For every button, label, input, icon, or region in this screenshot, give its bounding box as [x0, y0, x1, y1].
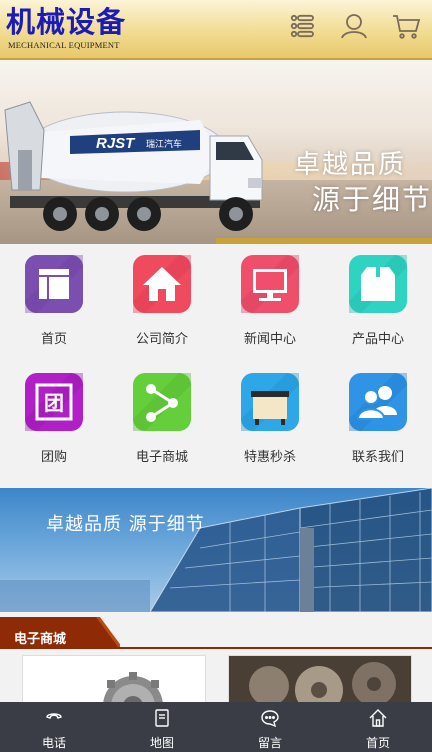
- truck-logo-text: RJST: [96, 135, 136, 152]
- grid-item-label: 团购: [40, 450, 67, 465]
- logo-title[interactable]: 机械设备: [6, 6, 126, 38]
- banner-slogan-line2: 源于细节: [311, 183, 432, 216]
- grid-item-contact-us[interactable]: 联系我们: [324, 362, 432, 472]
- nav-item-message[interactable]: 留言: [216, 702, 324, 752]
- banner-slogan-line1: 卓越品质: [293, 150, 406, 180]
- box-icon: [349, 255, 407, 313]
- page: 机械设备 MECHANICAL EQUIPMENT RJST 瑞江汽车 卓越品质…: [0, 0, 432, 752]
- grid-item-e-mall[interactable]: 电子商城: [108, 362, 216, 472]
- nav-item-label: 留言: [257, 736, 282, 750]
- contacts-icon: [349, 373, 407, 431]
- grid-item-product-center[interactable]: 产品中心: [324, 244, 432, 354]
- house-icon: [133, 255, 191, 313]
- solar-banner-slogan: 卓越品质 源于细节: [46, 514, 205, 535]
- home-icon: [369, 709, 387, 727]
- truck-image: RJST 瑞江汽车: [4, 101, 263, 231]
- svg-text:团: 团: [44, 391, 64, 415]
- grid-item-label: 首页: [40, 332, 67, 347]
- grid-item-home[interactable]: 首页: [0, 244, 108, 354]
- grid-item-group-buy[interactable]: 团 团购: [0, 362, 108, 472]
- grid-item-label: 特惠秒杀: [243, 450, 296, 465]
- map-icon: [155, 709, 169, 727]
- nav-item-home[interactable]: 首页: [324, 702, 432, 752]
- grid-item-label: 新闻中心: [243, 332, 296, 347]
- header: 机械设备 MECHANICAL EQUIPMENT: [0, 0, 432, 60]
- phone-icon: [46, 713, 62, 719]
- hero-banner[interactable]: RJST 瑞江汽车 卓越品质 源于细节: [0, 62, 432, 244]
- grid-item-label: 电子商城: [135, 450, 188, 465]
- desk-icon: [241, 373, 299, 431]
- group-buy-icon: 团: [25, 373, 83, 431]
- share-icon: [133, 373, 191, 431]
- nav-item-map[interactable]: 地图: [108, 702, 216, 752]
- grid-item-label: 公司简介: [135, 332, 188, 347]
- section-header-e-mall: 电子商城: [0, 612, 432, 652]
- nav-item-label: 地图: [149, 736, 174, 750]
- grid-item-label: 产品中心: [351, 332, 404, 347]
- list-menu-icon[interactable]: [288, 11, 318, 41]
- home-layout-icon: [25, 255, 83, 313]
- grid-item-label: 联系我们: [351, 450, 404, 465]
- section-divider: [0, 647, 432, 649]
- monitor-icon: [241, 255, 299, 313]
- nav-item-label: 首页: [365, 736, 390, 750]
- truck-brand-text: 瑞江汽车: [146, 138, 182, 150]
- section-tab[interactable]: 电子商城: [0, 617, 120, 647]
- nav-item-label: 电话: [41, 736, 66, 750]
- grid-item-company-intro[interactable]: 公司简介: [108, 244, 216, 354]
- message-icon: [261, 710, 279, 728]
- logo-subtitle: MECHANICAL EQUIPMENT: [8, 40, 120, 50]
- section-title: 电子商城: [14, 632, 67, 647]
- solar-banner[interactable]: 卓越品质 源于细节: [0, 488, 432, 612]
- grid-item-news-center[interactable]: 新闻中心: [216, 244, 324, 354]
- user-icon[interactable]: [339, 11, 369, 41]
- nav-item-phone[interactable]: 电话: [0, 702, 108, 752]
- grid-item-flash-sale[interactable]: 特惠秒杀: [216, 362, 324, 472]
- nav-grid: 首页 公司简介 新闻中心 产品中心 团 团购 电子商城 特惠秒杀 联系我们: [0, 244, 432, 488]
- solar-panels-image: [0, 488, 432, 612]
- shopping-cart-icon[interactable]: [391, 11, 421, 41]
- bottom-nav: 电话 地图 留言 首页: [0, 702, 432, 752]
